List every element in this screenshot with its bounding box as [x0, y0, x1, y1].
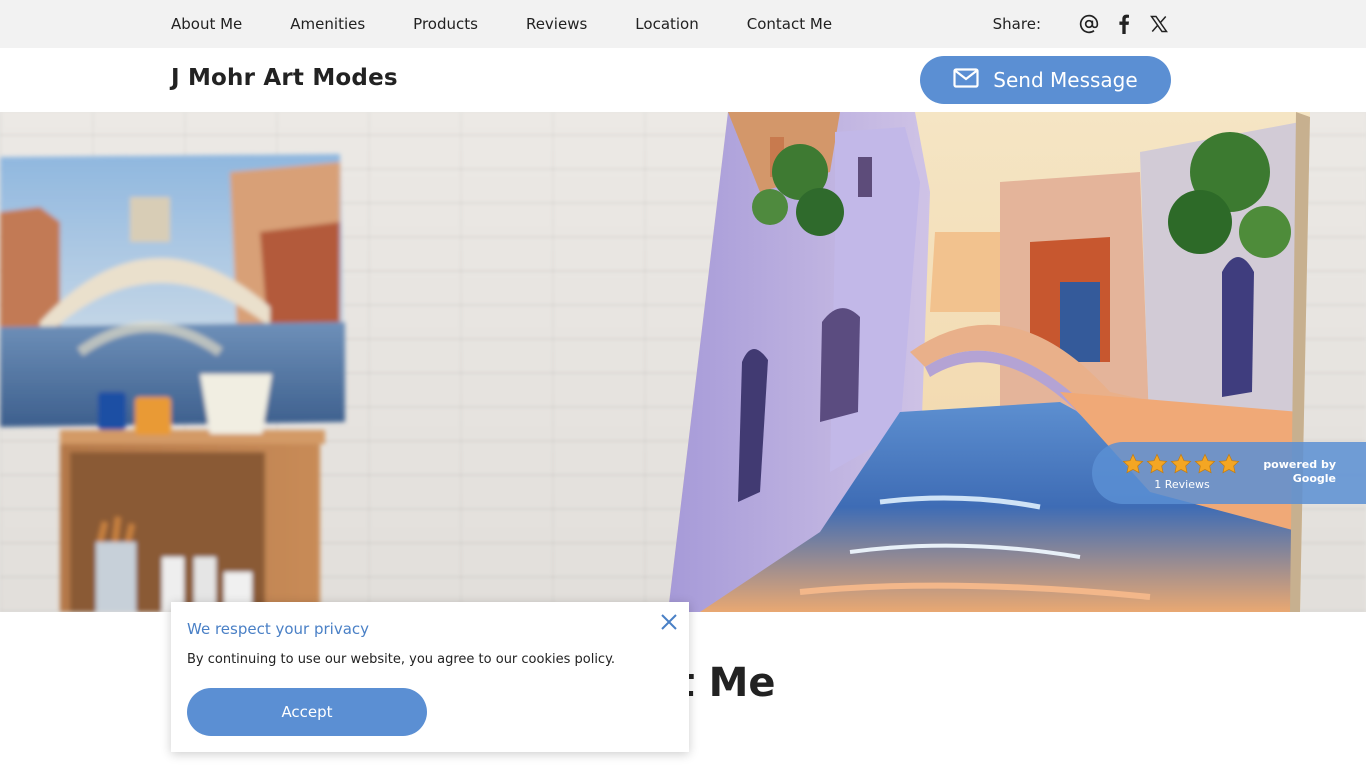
site-header: J Mohr Art Modes Send Message [0, 48, 1366, 112]
star-icon [1170, 453, 1192, 474]
nav-item-contact-me[interactable]: Contact Me [747, 15, 832, 33]
hero-venice-painting-image [668, 112, 1310, 612]
send-message-label: Send Message [993, 68, 1138, 92]
nav-item-products[interactable]: Products [413, 15, 478, 33]
send-message-button[interactable]: Send Message [920, 56, 1171, 104]
google-label: Google [1292, 472, 1336, 485]
accept-cookies-button[interactable]: Accept [187, 688, 427, 736]
share-group: Share: [993, 0, 1170, 48]
powered-by-google: powered by Google [1263, 458, 1336, 486]
cookie-text: By continuing to use our website, you ag… [187, 652, 616, 667]
envelope-icon [953, 67, 979, 93]
nav-item-amenities[interactable]: Amenities [290, 15, 365, 33]
main-nav: About Me Amenities Products Reviews Loca… [171, 0, 880, 48]
cookie-title: We respect your privacy [187, 620, 370, 638]
x-icon[interactable] [1148, 13, 1170, 35]
star-icon [1218, 453, 1240, 474]
nav-item-location[interactable]: Location [635, 15, 698, 33]
rating-stars [1122, 453, 1240, 475]
star-icon [1122, 453, 1144, 474]
email-icon[interactable] [1078, 13, 1100, 35]
google-rating-badge[interactable]: 1 Reviews powered by Google [1092, 442, 1366, 504]
site-title[interactable]: J Mohr Art Modes [171, 65, 398, 91]
powered-by-line: powered by [1263, 458, 1336, 471]
share-label: Share: [992, 15, 1041, 33]
nav-item-about-me[interactable]: About Me [171, 15, 242, 33]
nav-item-reviews[interactable]: Reviews [526, 15, 587, 33]
reviews-count: 1 Reviews [1154, 478, 1210, 491]
cookie-consent-popup: We respect your privacy By continuing to… [171, 602, 689, 752]
star-icon [1194, 453, 1216, 474]
star-icon [1146, 453, 1168, 474]
hero-banner: 1 Reviews powered by Google [0, 112, 1366, 612]
top-navigation-bar: About Me Amenities Products Reviews Loca… [0, 0, 1366, 48]
facebook-icon[interactable] [1113, 13, 1135, 35]
close-icon[interactable] [659, 612, 679, 632]
